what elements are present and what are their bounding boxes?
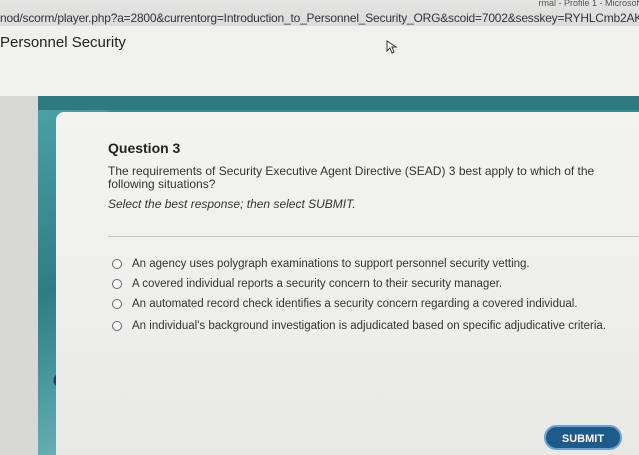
question-prompt: The requirements of Security Executive A…: [108, 164, 595, 191]
radio-button[interactable]: [112, 259, 122, 269]
radio-button[interactable]: [112, 321, 122, 331]
divider: [108, 236, 639, 237]
question-instruction: Select the best response; then select SU…: [108, 197, 356, 211]
question-title: Question 3: [108, 140, 181, 156]
radio-button[interactable]: [112, 279, 122, 289]
window-title: rmal - Profile 1 - Microsof: [538, 0, 639, 8]
mouse-cursor-icon: [386, 40, 398, 54]
submit-button[interactable]: SUBMIT: [544, 425, 622, 450]
answer-option-4[interactable]: An individual's background investigation…: [112, 318, 606, 334]
answer-option-label: A covered individual reports a security …: [132, 278, 503, 290]
page-header: Personnel Security: [0, 26, 639, 96]
answer-option-label: An individual's background investigation…: [132, 320, 606, 332]
answer-option-3[interactable]: An automated record check identifies a s…: [112, 296, 578, 312]
answer-option-label: An agency uses polygraph examinations to…: [132, 258, 530, 270]
answer-option-1[interactable]: An agency uses polygraph examinations to…: [112, 256, 530, 272]
address-bar[interactable]: nod/scorm/player.php?a=2800&currentorg=I…: [0, 0, 639, 26]
course-frame-topbar: [38, 96, 639, 110]
url-text[interactable]: nod/scorm/player.php?a=2800&currentorg=I…: [0, 11, 639, 25]
answer-option-2[interactable]: A covered individual reports a security …: [112, 276, 502, 292]
page-title: Personnel Security: [0, 34, 126, 51]
radio-button[interactable]: [112, 299, 122, 309]
answer-option-label: An automated record check identifies a s…: [132, 298, 578, 310]
